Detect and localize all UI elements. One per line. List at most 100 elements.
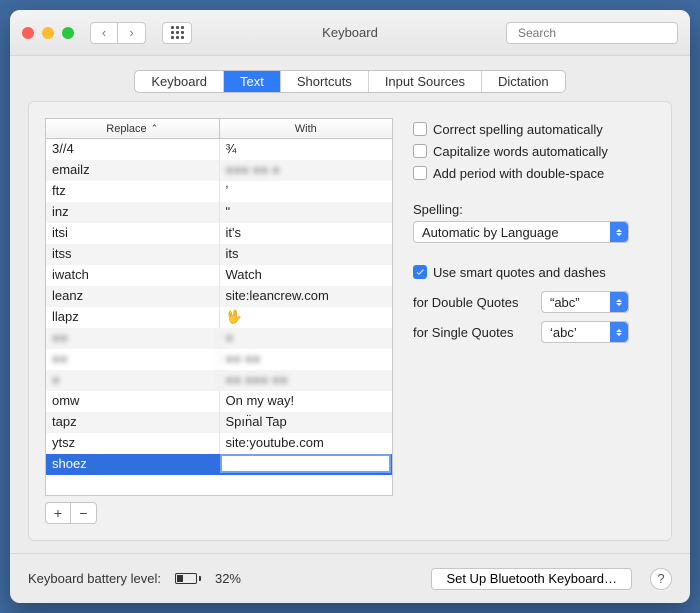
replace-cell[interactable]: emailz (46, 160, 220, 181)
replace-cell[interactable]: iwatch (46, 265, 220, 286)
tab-keyboard[interactable]: Keyboard (135, 71, 224, 92)
checkbox-icon[interactable] (413, 265, 427, 279)
replace-cell[interactable]: ●● (46, 349, 220, 370)
single-quotes-label: for Single Quotes (413, 325, 531, 340)
capitalize-label: Capitalize words automatically (433, 144, 608, 159)
tab-bar: KeyboardTextShortcutsInput SourcesDictat… (28, 70, 672, 93)
smart-quotes-row[interactable]: Use smart quotes and dashes (413, 261, 655, 283)
grid-icon (171, 26, 184, 39)
with-cell[interactable]: its (220, 244, 393, 265)
replace-cell[interactable]: ftz (46, 181, 220, 202)
show-all-button[interactable] (162, 22, 192, 44)
correct-spelling-row[interactable]: Correct spelling automatically (413, 118, 655, 140)
spelling-label: Spelling: (413, 202, 655, 217)
table-row[interactable]: shoez (46, 454, 392, 475)
with-cell[interactable]: ●● ●● (220, 349, 393, 370)
window-title: Keyboard (322, 25, 378, 40)
remove-button[interactable]: − (71, 502, 97, 524)
table-row[interactable]: ●●● (46, 328, 392, 349)
single-quotes-select[interactable]: ‘abc’ (541, 321, 629, 343)
with-cell-editing[interactable] (220, 454, 392, 473)
table-row[interactable]: itsiit's (46, 223, 392, 244)
col-replace[interactable]: Replace⌃ (46, 119, 220, 138)
replace-cell[interactable]: tapz (46, 412, 220, 433)
tab-text[interactable]: Text (224, 71, 281, 92)
search-input[interactable] (518, 26, 673, 40)
text-panel: Replace⌃ With 3//4¾emailz●●● ●● ●ftzʼinz… (28, 101, 672, 541)
pane-body: KeyboardTextShortcutsInput SourcesDictat… (10, 56, 690, 553)
replace-cell[interactable]: ●● (46, 328, 220, 349)
with-cell[interactable]: ʺ (220, 202, 393, 223)
double-space-row[interactable]: Add period with double-space (413, 162, 655, 184)
checkbox-icon[interactable] (413, 144, 427, 158)
single-quotes-value: ‘abc’ (550, 325, 577, 340)
minimize-icon[interactable] (42, 27, 54, 39)
table-row[interactable]: 3//4¾ (46, 139, 392, 160)
checkbox-icon[interactable] (413, 166, 427, 180)
tab-shortcuts[interactable]: Shortcuts (281, 71, 369, 92)
single-quotes-row: for Single Quotes ‘abc’ (413, 321, 655, 343)
table-body[interactable]: 3//4¾emailz●●● ●● ●ftzʼinzʺitsiit'sitssi… (46, 139, 392, 495)
table-header: Replace⌃ With (46, 119, 392, 139)
substitutions-table[interactable]: Replace⌃ With 3//4¾emailz●●● ●● ●ftzʼinz… (45, 118, 393, 496)
replace-cell[interactable]: llapz (46, 307, 220, 328)
substitutions-area: Replace⌃ With 3//4¾emailz●●● ●● ●ftzʼinz… (45, 118, 393, 524)
with-cell[interactable]: On my way! (220, 391, 393, 412)
with-cell[interactable]: Spın̈al Tap (220, 412, 393, 433)
battery-label: Keyboard battery level: (28, 571, 161, 586)
double-quotes-select[interactable]: “abc” (541, 291, 629, 313)
replace-cell[interactable]: leanz (46, 286, 220, 307)
table-row[interactable]: ●●●● ●● (46, 349, 392, 370)
correct-spelling-label: Correct spelling automatically (433, 122, 603, 137)
double-quotes-value: “abc” (550, 295, 580, 310)
replace-cell[interactable]: ytsz (46, 433, 220, 454)
search-field[interactable] (506, 22, 678, 44)
replace-cell[interactable]: itss (46, 244, 220, 265)
table-row[interactable]: iwatchWatch (46, 265, 392, 286)
forward-button[interactable]: › (118, 22, 146, 44)
table-row[interactable]: inzʺ (46, 202, 392, 223)
with-cell[interactable]: ● (220, 328, 393, 349)
replace-cell[interactable]: ● (46, 370, 220, 391)
table-row[interactable]: llapz🖖 (46, 307, 392, 328)
with-cell[interactable]: ʼ (220, 181, 393, 202)
table-row[interactable]: ●●● ●●● ●● (46, 370, 392, 391)
with-cell[interactable]: 🖖 (220, 307, 393, 328)
table-row[interactable]: ftzʼ (46, 181, 392, 202)
replace-cell[interactable]: 3//4 (46, 139, 220, 160)
zoom-icon[interactable] (62, 27, 74, 39)
table-row[interactable]: tapzSpın̈al Tap (46, 412, 392, 433)
replace-cell[interactable]: shoez (46, 454, 219, 475)
battery-icon (175, 573, 201, 584)
with-cell[interactable]: Watch (220, 265, 393, 286)
close-icon[interactable] (22, 27, 34, 39)
replace-cell[interactable]: omw (46, 391, 220, 412)
checkbox-icon[interactable] (413, 122, 427, 136)
options-area: Correct spelling automatically Capitaliz… (413, 118, 655, 524)
table-row[interactable]: omwOn my way! (46, 391, 392, 412)
spelling-select[interactable]: Automatic by Language (413, 221, 629, 243)
add-button[interactable]: + (45, 502, 71, 524)
window-controls (22, 27, 74, 39)
battery-percent: 32% (215, 571, 241, 586)
tab-input-sources[interactable]: Input Sources (369, 71, 482, 92)
table-row[interactable]: leanzsite:leancrew.com (46, 286, 392, 307)
with-cell[interactable]: ¾ (220, 139, 393, 160)
with-cell[interactable]: site:youtube.com (220, 433, 393, 454)
with-cell[interactable]: ●● ●●● ●● (220, 370, 393, 391)
replace-cell[interactable]: inz (46, 202, 220, 223)
with-cell[interactable]: site:leancrew.com (220, 286, 393, 307)
replace-cell[interactable]: itsi (46, 223, 220, 244)
col-with[interactable]: With (220, 119, 393, 138)
help-button[interactable]: ? (650, 568, 672, 590)
table-row[interactable]: emailz●●● ●● ● (46, 160, 392, 181)
with-cell[interactable]: it's (220, 223, 393, 244)
with-cell[interactable]: ●●● ●● ● (220, 160, 393, 181)
table-row[interactable]: ytszsite:youtube.com (46, 433, 392, 454)
capitalize-row[interactable]: Capitalize words automatically (413, 140, 655, 162)
bluetooth-setup-button[interactable]: Set Up Bluetooth Keyboard… (431, 568, 632, 590)
tab-dictation[interactable]: Dictation (482, 71, 565, 92)
double-quotes-label: for Double Quotes (413, 295, 531, 310)
table-row[interactable]: itssits (46, 244, 392, 265)
back-button[interactable]: ‹ (90, 22, 118, 44)
